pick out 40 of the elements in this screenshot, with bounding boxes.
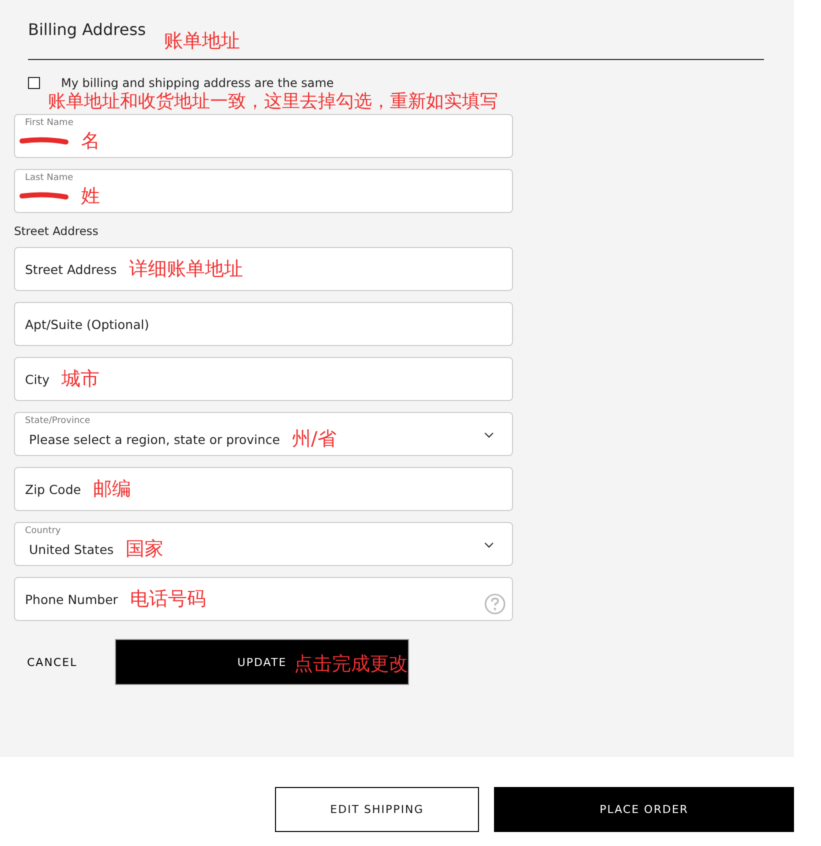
annotation: 账单地址和收货地址一致，这里去掉勾选，重新如实填写 [48, 90, 499, 114]
place-order-button[interactable]: PLACE ORDER [494, 787, 794, 832]
annotation: 名 [81, 129, 100, 154]
field-label: First Name [25, 118, 74, 128]
input-field[interactable]: First Name 名 [14, 114, 513, 158]
field-placeholder: Zip Code [25, 482, 81, 496]
checkbox[interactable] [28, 77, 40, 89]
chevron-down-icon [484, 432, 494, 438]
field-placeholder: City [25, 372, 50, 386]
input-field[interactable]: Last Name 姓 [14, 169, 513, 213]
annotation: 州/省 [292, 427, 336, 452]
checkbox-label: My billing and shipping address are the same [61, 76, 334, 90]
field-placeholder: Phone Number [25, 592, 118, 606]
select-field[interactable]: Country United States 国家 [14, 522, 513, 566]
annotation: 电话号码 [130, 587, 206, 612]
annotation: 国家 [126, 537, 164, 562]
chevron-down-icon [484, 542, 494, 548]
annotation: 账单地址 [164, 29, 240, 54]
field-label: Last Name [25, 173, 74, 183]
input-field[interactable]: Apt/Suite (Optional) [14, 302, 513, 346]
select-field[interactable]: State/Province Please select a region, state or province 州/省 [14, 412, 513, 456]
field-label: State/Province [25, 416, 92, 426]
cancel-button[interactable]: CANCEL [27, 656, 115, 668]
annotation: 点击完成更改 [294, 652, 408, 677]
edit-shipping-button[interactable]: EDIT SHIPPING [275, 787, 479, 832]
annotation: 城市 [62, 367, 100, 392]
field-placeholder: Street Address [25, 262, 117, 276]
field-placeholder: Apt/Suite (Optional) [25, 316, 150, 332]
input-field[interactable]: Zip Code 邮编 [14, 467, 513, 511]
section-title: Billing Address [28, 20, 146, 39]
annotation: 邮编 [92, 477, 131, 502]
field-value: Please select a region, state or province [29, 432, 280, 446]
input-field[interactable]: City 城市 [14, 357, 513, 401]
annotation: 姓 [81, 184, 100, 209]
section-label: Street Address [14, 224, 100, 238]
annotation: 详细账单地址 [128, 257, 243, 282]
input-field[interactable]: Street Address 详细账单地址 [14, 247, 513, 291]
input-field[interactable]: Phone Number 电话号码 [14, 577, 513, 621]
field-value: United States [29, 542, 114, 556]
field-label: Country [25, 526, 62, 536]
